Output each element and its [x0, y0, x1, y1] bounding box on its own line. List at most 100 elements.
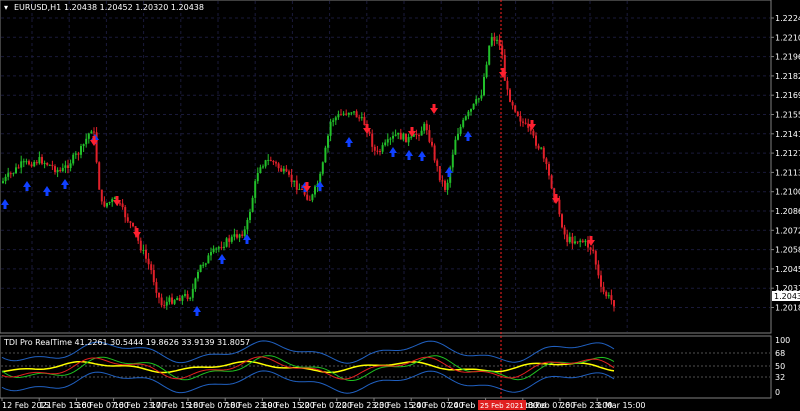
candle-body	[87, 133, 90, 139]
price-axis[interactable]: 1.22240 1.22100 1.21960 1.21825 1.21690 1.215…	[771, 14, 800, 313]
candle-body	[451, 154, 454, 168]
candle-body	[181, 295, 184, 301]
candle-body	[423, 123, 426, 131]
price-tick-label: 1.21000	[775, 188, 800, 197]
candle-body	[568, 236, 571, 243]
candle-body	[293, 180, 296, 182]
price-tick-label: 1.21550	[775, 111, 800, 120]
candle-body	[9, 173, 12, 175]
price-tick-label: 1.20180	[775, 304, 800, 313]
candle-body	[462, 119, 465, 127]
candle-body	[43, 162, 46, 164]
indicator-level-label: 50	[775, 362, 785, 371]
candle-body	[407, 137, 410, 143]
candle-body	[597, 264, 600, 276]
candle-body	[542, 147, 545, 159]
candle-body	[571, 236, 574, 244]
candle-body	[345, 113, 348, 115]
candle-body	[7, 173, 10, 177]
candle-body	[228, 238, 231, 242]
candle-body	[522, 121, 524, 123]
candle-body	[506, 80, 509, 90]
candle-body	[212, 248, 215, 253]
candle-body	[342, 113, 345, 115]
candle-body	[171, 297, 173, 304]
price-panel[interactable]	[0, 0, 772, 334]
header-dropdown-icon[interactable]: ▾	[4, 3, 8, 12]
candle-body	[22, 161, 25, 163]
candle-body	[475, 99, 478, 104]
chart-canvas[interactable]: ▾ EURUSD,H1 1.20438 1.20452 1.20320 1.20…	[0, 0, 800, 411]
trading-chart-window[interactable]: ▾ EURUSD,H1 1.20438 1.20452 1.20320 1.20…	[0, 0, 800, 411]
candle-body	[259, 167, 262, 174]
candle-body	[477, 98, 480, 100]
candle-body	[308, 199, 311, 201]
candle-body	[363, 116, 366, 126]
candle-body	[111, 199, 114, 203]
candle-body	[509, 89, 511, 102]
price-tick-label: 1.21275	[775, 149, 800, 158]
candle-body	[17, 167, 20, 169]
candle-body	[353, 111, 355, 113]
candle-body	[410, 136, 413, 138]
candle-body	[576, 241, 579, 243]
candle-body	[48, 164, 51, 166]
indicator-title: TDI Pro RealTime 41.2261 30.5444 19.8626…	[3, 338, 250, 347]
candle-body	[64, 165, 67, 168]
candle-body	[230, 236, 233, 242]
candle-body	[311, 194, 314, 201]
candle-body	[124, 207, 127, 218]
candle-body	[176, 297, 179, 301]
candle-body	[376, 150, 379, 152]
price-tick-label: 1.21690	[775, 91, 800, 100]
candle-body	[282, 168, 285, 172]
candle-body	[428, 130, 431, 142]
candle-body	[202, 264, 205, 266]
candle-body	[334, 117, 337, 121]
candle-body	[337, 114, 340, 118]
candle-body	[168, 297, 171, 302]
candle-body	[46, 162, 49, 165]
price-tick-label: 1.20860	[775, 207, 800, 216]
candle-body	[121, 203, 124, 208]
candle-body	[594, 251, 597, 265]
candle-body	[173, 300, 176, 304]
indicator-level-label: 100	[775, 336, 790, 345]
candle-body	[178, 297, 181, 301]
candle-body	[4, 176, 7, 182]
candle-body	[103, 201, 106, 207]
candle-body	[327, 135, 329, 148]
candle-body	[493, 36, 496, 41]
candle-body	[280, 168, 283, 172]
candle-body	[321, 162, 324, 174]
candle-body	[254, 181, 257, 198]
candle-body	[480, 95, 483, 99]
candle-body	[581, 240, 584, 243]
candle-body	[233, 234, 236, 237]
candle-body	[90, 131, 93, 134]
candle-body	[142, 249, 145, 251]
candle-body	[12, 173, 15, 175]
time-axis[interactable]: 12 Feb 202115 Feb 15:0016 Feb 07:0016 Fe…	[1, 398, 646, 410]
candle-body	[298, 188, 301, 190]
price-tick-label: 1.22100	[775, 33, 800, 42]
candle-body	[41, 157, 43, 164]
time-tick-label: 1 Mar 15:00	[597, 401, 645, 410]
candle-body	[20, 161, 23, 168]
candle-body	[38, 157, 41, 164]
candle-body	[272, 160, 275, 163]
candle-body	[147, 258, 150, 265]
candle-body	[368, 131, 371, 134]
candle-body	[288, 171, 290, 175]
candle-body	[2, 181, 4, 183]
candle-body	[93, 131, 95, 133]
price-tick-label: 1.22240	[775, 14, 800, 23]
candle-body	[431, 141, 433, 146]
candle-body	[397, 132, 400, 135]
candle-body	[186, 294, 189, 299]
candle-body	[503, 54, 506, 81]
price-tick-label: 1.20585	[775, 246, 800, 255]
candle-body	[28, 161, 30, 165]
candle-body	[77, 153, 80, 155]
candle-body	[251, 197, 254, 212]
